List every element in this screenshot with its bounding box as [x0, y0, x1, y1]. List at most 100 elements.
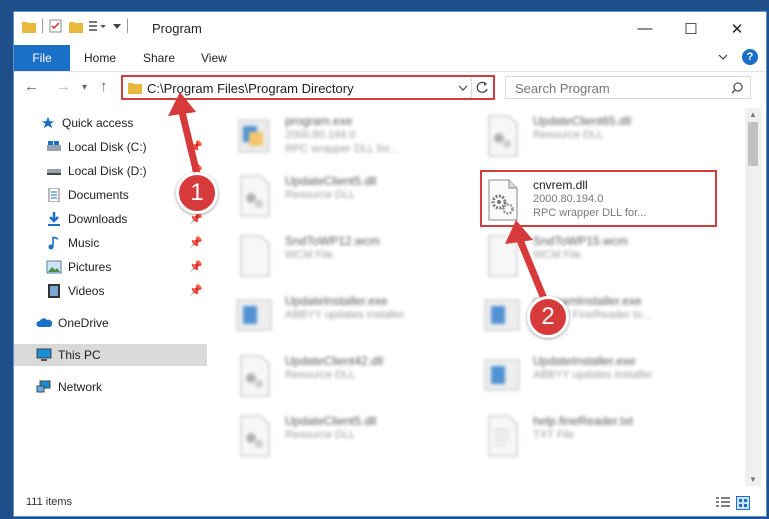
divider	[127, 19, 128, 33]
file-item[interactable]: program.exe 2000.80.194.0 RPC wrapper DL…	[231, 108, 461, 164]
file-item[interactable]: UpdateInstaller.exe ABBYY updates instal…	[231, 288, 461, 344]
details-view-icon[interactable]	[716, 497, 730, 509]
dll-icon	[240, 355, 270, 397]
file-item[interactable]: help.fineReader.txt TXT File	[479, 408, 709, 464]
scroll-up-icon[interactable]: ▲	[749, 110, 757, 119]
vertical-scrollbar[interactable]: ▲ ▼	[745, 108, 761, 486]
file-detail: ABBYY updates installer	[533, 369, 653, 381]
pin-icon[interactable]: 📌	[189, 140, 203, 153]
file-detail: Resource DLL	[533, 129, 604, 141]
file-item[interactable]: UpdateClient42.dll Resource DLL	[231, 348, 461, 404]
star-icon	[41, 116, 55, 129]
onedrive-icon	[36, 318, 52, 327]
file-name: UpdateClient5.dll	[285, 174, 377, 188]
pin-icon[interactable]: 📌	[189, 284, 203, 297]
sidebar-item-local-disk-c[interactable]: Local Disk (C:) 📌	[14, 136, 207, 158]
file-detail: 2000.80.194.0	[285, 129, 356, 141]
file-detail: TXT File	[533, 429, 575, 441]
expand-ribbon-icon[interactable]	[718, 53, 728, 61]
help-icon[interactable]: ?	[742, 49, 758, 65]
dll-icon	[488, 115, 518, 157]
scrollbar-thumb[interactable]	[748, 122, 758, 166]
recent-locations-icon[interactable]: ▾	[82, 82, 87, 93]
exe-icon	[238, 119, 270, 153]
customize-icon[interactable]	[89, 20, 107, 32]
navigation-bar: ← → ▾ ↑ C:\Program Files\Program Directo…	[14, 71, 766, 103]
sidebar-item-onedrive[interactable]: OneDrive	[14, 312, 207, 334]
downloads-icon	[48, 212, 60, 226]
chevron-down-icon[interactable]	[458, 84, 468, 92]
file-item[interactable]: UpdateInstaller.exe ABBYY updates instal…	[479, 348, 709, 404]
new-folder-icon[interactable]	[69, 20, 83, 33]
large-icons-view-icon[interactable]	[736, 496, 750, 510]
file-name: UpdateClient65.dll	[533, 114, 632, 128]
sidebar-item-downloads[interactable]: Downloads 📌	[14, 208, 207, 230]
file-detail: RPC wrapper DLL for...	[285, 143, 399, 155]
sidebar-item-label: This PC	[58, 348, 101, 362]
address-path: C:\Program Files\Program Directory	[147, 81, 354, 96]
tab-view[interactable]: View	[201, 51, 227, 65]
file-item[interactable]: UpdateClient65.dll Resource DLL	[479, 108, 709, 164]
maximize-button[interactable]: ☐	[668, 12, 714, 45]
address-bar[interactable]: C:\Program Files\Program Directory	[121, 75, 495, 100]
sidebar-item-label: Quick access	[62, 116, 134, 130]
sidebar-item-music[interactable]: Music 📌	[14, 232, 207, 254]
sidebar-item-network[interactable]: Network	[14, 376, 207, 398]
sidebar-item-label: Downloads	[68, 212, 128, 226]
sidebar-item-quick-access[interactable]: Quick access	[14, 112, 207, 134]
file-detail: Resource DLL	[285, 429, 356, 441]
item-count: 111 items	[26, 496, 73, 508]
installer-icon	[484, 359, 520, 391]
properties-icon[interactable]	[49, 19, 63, 33]
dll-icon	[240, 175, 270, 217]
ribbon-controls: ?	[718, 49, 758, 65]
file-item[interactable]: SndToWP15.wcm WCM File	[479, 228, 709, 284]
sidebar-item-pictures[interactable]: Pictures 📌	[14, 256, 207, 278]
forward-arrow-icon[interactable]: →	[56, 78, 71, 95]
file-name: UpdateInstaller.exe	[285, 294, 388, 308]
file-item[interactable]: UpdateClient5.dll Resource DLL	[231, 168, 461, 224]
drive-icon	[47, 141, 61, 151]
dropdown-icon[interactable]	[113, 22, 121, 30]
quick-access-toolbar	[22, 19, 128, 33]
file-detail: WCM File	[533, 249, 582, 261]
close-button[interactable]: ✕	[714, 12, 760, 45]
navigation-pane: Quick access Local Disk (C:) 📌 Local Dis…	[14, 112, 207, 492]
pin-icon[interactable]: 📌	[189, 236, 203, 249]
file-item[interactable]: programInstaller.exe ABBYY FineReader to…	[479, 288, 709, 344]
file-name: SndToWP15.wcm	[533, 234, 628, 248]
divider	[42, 19, 43, 33]
back-arrow-icon[interactable]: ←	[24, 78, 39, 95]
refresh-icon[interactable]	[476, 81, 489, 94]
videos-icon	[48, 284, 60, 298]
file-item[interactable]: UpdateClient5.dll Resource DLL	[231, 408, 461, 464]
file-highlight-box	[480, 170, 717, 227]
sidebar-item-label: Local Disk (C:)	[68, 140, 147, 154]
file-detail: Resource DLL	[285, 189, 356, 201]
sidebar-item-label: Documents	[68, 188, 129, 202]
sidebar-item-videos[interactable]: Videos 📌	[14, 280, 207, 302]
minimize-button[interactable]: —	[622, 12, 668, 45]
file-tab[interactable]: File	[14, 45, 70, 71]
pin-icon[interactable]: 📌	[189, 260, 203, 273]
tab-share[interactable]: Share	[143, 51, 175, 65]
installer-icon	[236, 299, 272, 331]
sidebar-item-label: Videos	[68, 284, 105, 298]
tab-home[interactable]: Home	[84, 51, 116, 65]
sidebar-item-this-pc[interactable]: This PC	[14, 344, 207, 366]
search-box[interactable]: Search Program	[505, 76, 751, 99]
scroll-down-icon[interactable]: ▼	[749, 475, 757, 484]
up-arrow-icon[interactable]: ↑	[100, 78, 108, 95]
file-item[interactable]: SndToWP12.wcm WCM File	[231, 228, 461, 284]
documents-icon	[48, 188, 60, 202]
file-detail: ABBYY updates installer	[285, 309, 405, 321]
search-icon[interactable]	[731, 82, 743, 94]
explorer-window: Program — ☐ ✕ File Home Share View ? ← →…	[13, 11, 767, 517]
this-pc-icon	[36, 348, 52, 361]
file-name: program.exe	[285, 114, 353, 128]
sidebar-item-label: OneDrive	[58, 316, 109, 330]
sidebar-item-local-disk-d[interactable]: Local Disk (D:) 📌	[14, 160, 207, 182]
drive-icon	[47, 169, 61, 175]
divider	[471, 77, 472, 98]
ribbon: File Home Share View ?	[14, 45, 766, 71]
